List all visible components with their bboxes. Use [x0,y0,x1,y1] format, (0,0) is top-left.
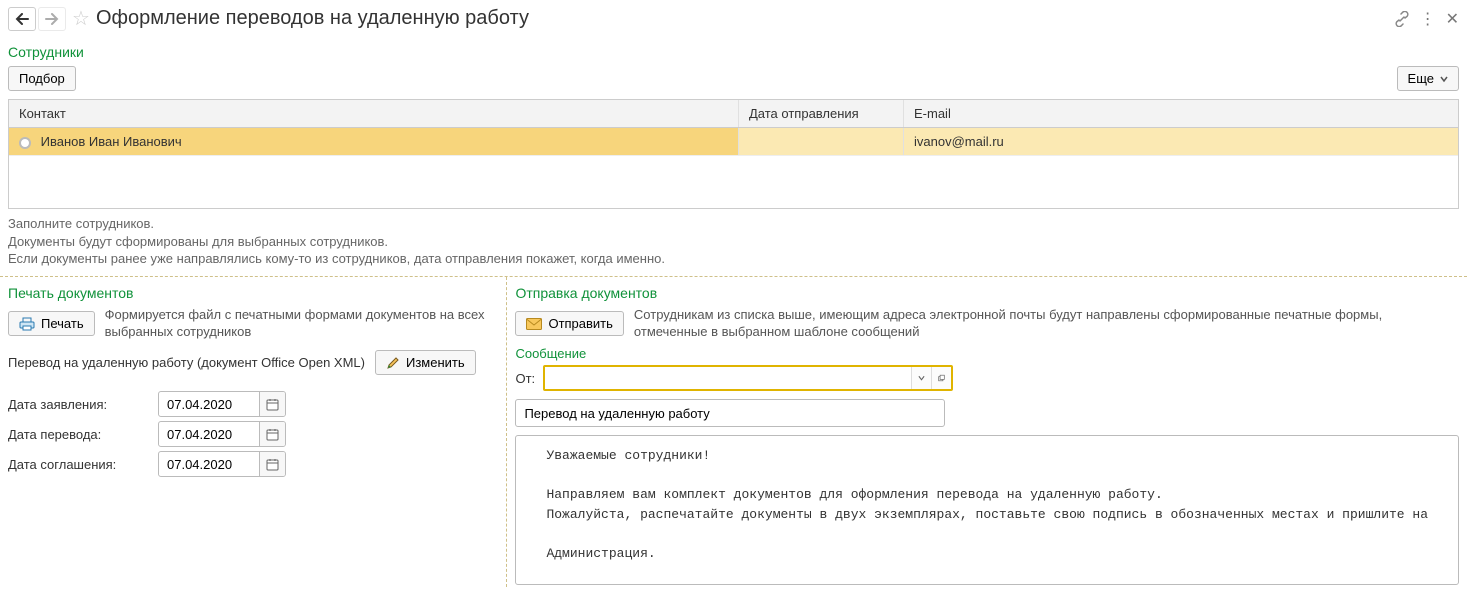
date-agreement-input[interactable] [159,454,259,475]
open-icon [938,373,945,383]
date-transfer-input[interactable] [159,424,259,445]
nav-back-button[interactable] [8,7,36,31]
from-dropdown-button[interactable] [911,367,931,389]
template-label: Перевод на удаленную работу (документ Of… [8,355,365,370]
cell-contact: Иванов Иван Иванович [41,134,182,149]
date-agreement-label: Дата соглашения: [8,457,148,472]
cell-email: ivanov@mail.ru [904,128,1458,155]
arrow-left-icon [15,13,29,25]
more-button[interactable]: Еще [1397,66,1459,91]
kebab-menu-icon[interactable]: ⋮ [1420,9,1436,29]
date-application-cal-button[interactable] [259,391,285,417]
date-application-label: Дата заявления: [8,397,148,412]
print-heading: Печать документов [8,279,498,303]
from-open-button[interactable] [931,367,951,389]
calendar-icon [266,428,279,441]
printer-icon [19,317,35,331]
date-application-input[interactable] [159,394,259,415]
th-date[interactable]: Дата отправления [739,100,904,127]
date-transfer-label: Дата перевода: [8,427,148,442]
hints-text: Заполните сотрудников. Документы будут с… [0,209,1467,277]
status-dot-icon [19,137,31,149]
chevron-down-icon [918,374,925,382]
subject-input[interactable] [515,399,945,427]
employees-heading: Сотрудники [0,38,1467,62]
calendar-icon [266,398,279,411]
th-contact[interactable]: Контакт [9,100,739,127]
print-hint: Формируется файл с печатными формами док… [105,307,499,341]
star-icon[interactable]: ☆ [72,6,90,31]
send-heading: Отправка документов [515,279,1459,303]
th-email[interactable]: E-mail [904,100,1458,127]
calendar-icon [266,458,279,471]
send-button[interactable]: Отправить [515,311,623,336]
from-input[interactable] [545,367,911,389]
from-label: От: [515,371,535,386]
message-body[interactable]: Уважаемые сотрудники! Направляем вам ком… [515,435,1459,585]
print-button[interactable]: Печать [8,311,95,336]
page-title: Оформление переводов на удаленную работу [96,7,529,30]
employees-table: Контакт Дата отправления E-mail Иванов И… [8,99,1459,209]
select-button[interactable]: Подбор [8,66,76,91]
close-icon[interactable]: ✕ [1446,9,1459,29]
cell-date [739,128,904,155]
date-agreement-cal-button[interactable] [259,451,285,477]
chevron-down-icon [1440,75,1448,83]
arrow-right-icon [45,13,59,25]
nav-forward-button[interactable] [38,7,66,31]
change-template-button[interactable]: Изменить [375,350,476,375]
message-heading: Сообщение [515,346,1459,361]
send-hint: Сотрудникам из списка выше, имеющим адре… [634,307,1459,341]
pencil-icon [386,356,400,370]
mail-icon [526,318,542,330]
link-icon[interactable] [1394,11,1410,27]
table-row[interactable]: Иванов Иван Иванович ivanov@mail.ru [9,128,1458,156]
date-transfer-cal-button[interactable] [259,421,285,447]
